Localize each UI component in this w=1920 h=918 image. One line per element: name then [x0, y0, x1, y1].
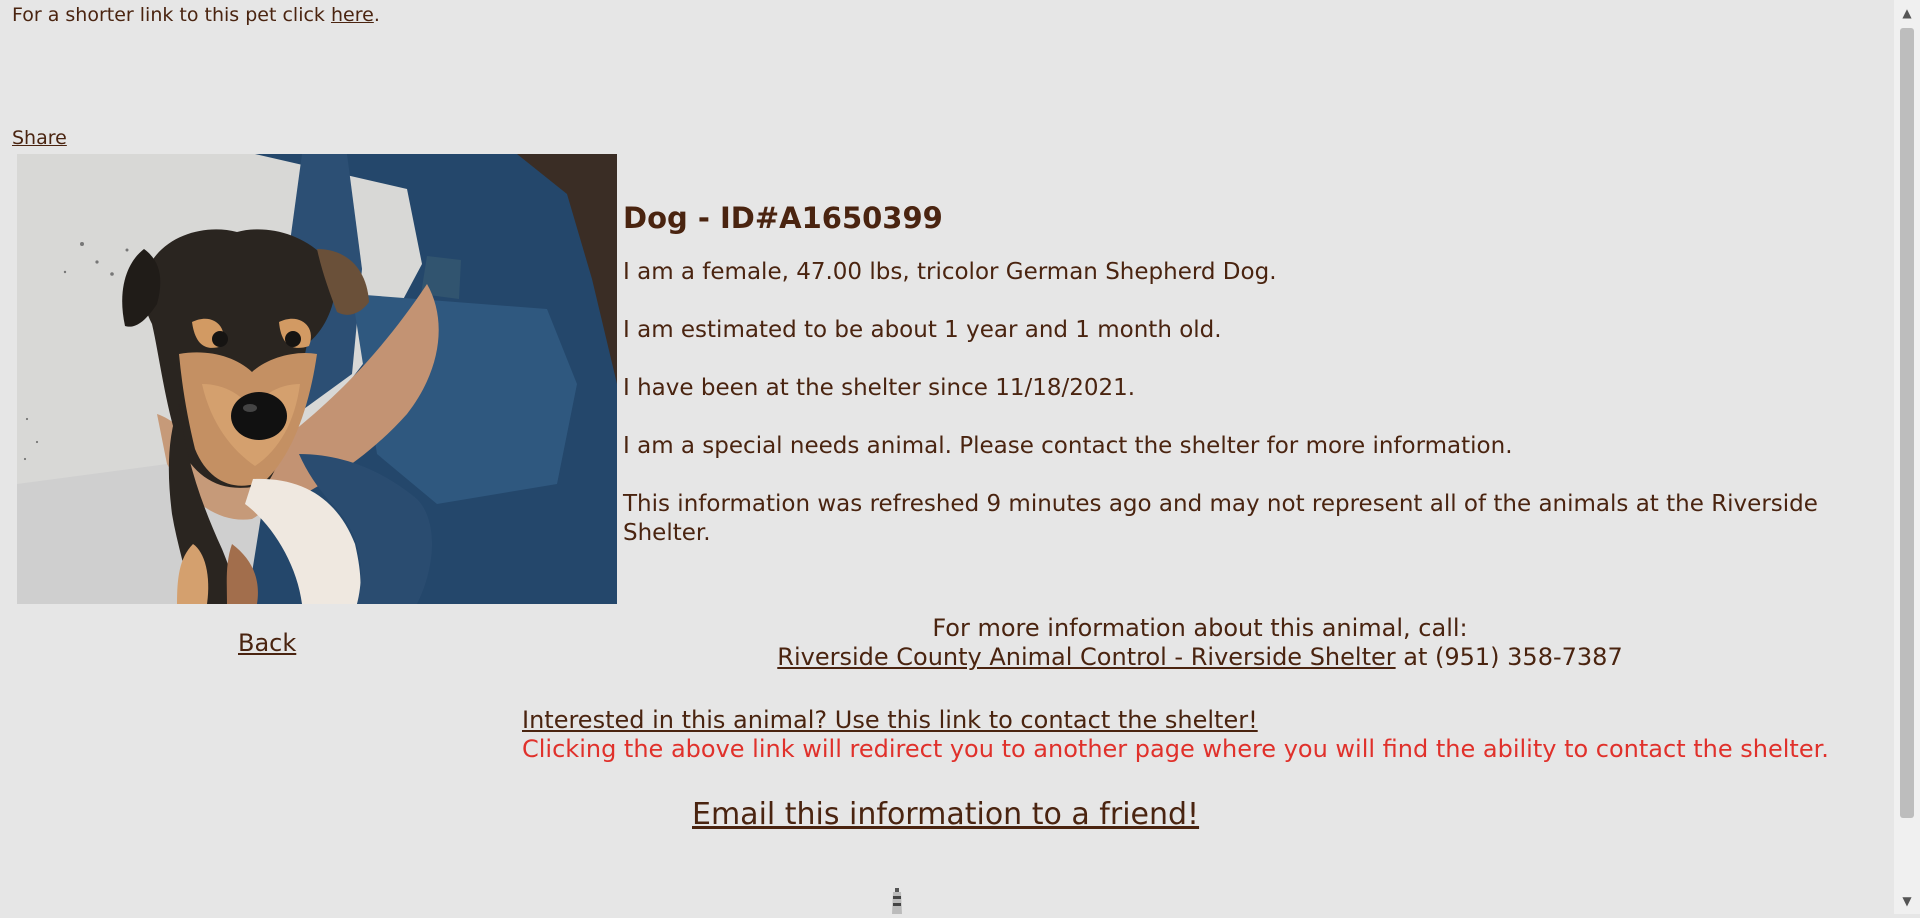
animal-intake-date: I have been at the shelter since 11/18/2… [623, 375, 1136, 401]
share-link[interactable]: Share [12, 127, 67, 149]
scroll-up-arrow-icon[interactable]: ▲ [1894, 0, 1920, 26]
short-link-suffix: . [373, 4, 380, 26]
lighthouse-icon [889, 888, 905, 914]
contact-info: For more information about this animal, … [700, 614, 1700, 672]
back-link[interactable]: Back [238, 630, 296, 656]
contact-shelter-link[interactable]: Interested in this animal? Use this link… [522, 706, 1258, 734]
page-scrollbar[interactable]: ▲ ▼ [1894, 0, 1920, 914]
special-needs-note: I am a special needs animal. Please cont… [623, 433, 1513, 459]
shelter-phone-line: Riverside County Animal Control - Rivers… [700, 643, 1700, 672]
scroll-thumb[interactable] [1900, 28, 1914, 818]
short-link-prefix: For a shorter link to this pet click [12, 4, 331, 26]
animal-age: I am estimated to be about 1 year and 1 … [623, 317, 1222, 343]
refresh-note: This information was refreshed 9 minutes… [623, 491, 1818, 546]
animal-description: I am a female, 47.00 lbs, tricolor Germa… [623, 259, 1277, 285]
scroll-down-arrow-icon[interactable]: ▼ [1894, 888, 1920, 914]
contact-line: For more information about this animal, … [932, 614, 1468, 642]
redirect-warning: Clicking the above link will redirect yo… [522, 735, 1829, 763]
shelter-phone: at (951) 358-7387 [1395, 643, 1623, 671]
animal-info: Dog - ID#A1650399 I am a female, 47.00 l… [623, 202, 1885, 577]
animal-heading: Dog - ID#A1650399 [623, 201, 943, 235]
short-link-line: For a shorter link to this pet click her… [12, 4, 380, 26]
interest-section: Interested in this animal? Use this link… [522, 706, 1920, 764]
email-friend-link[interactable]: Email this information to a friend! [692, 798, 1199, 832]
short-link-here[interactable]: here [331, 4, 374, 26]
dog-photo [17, 154, 617, 604]
shelter-link[interactable]: Riverside County Animal Control - Rivers… [777, 643, 1395, 671]
